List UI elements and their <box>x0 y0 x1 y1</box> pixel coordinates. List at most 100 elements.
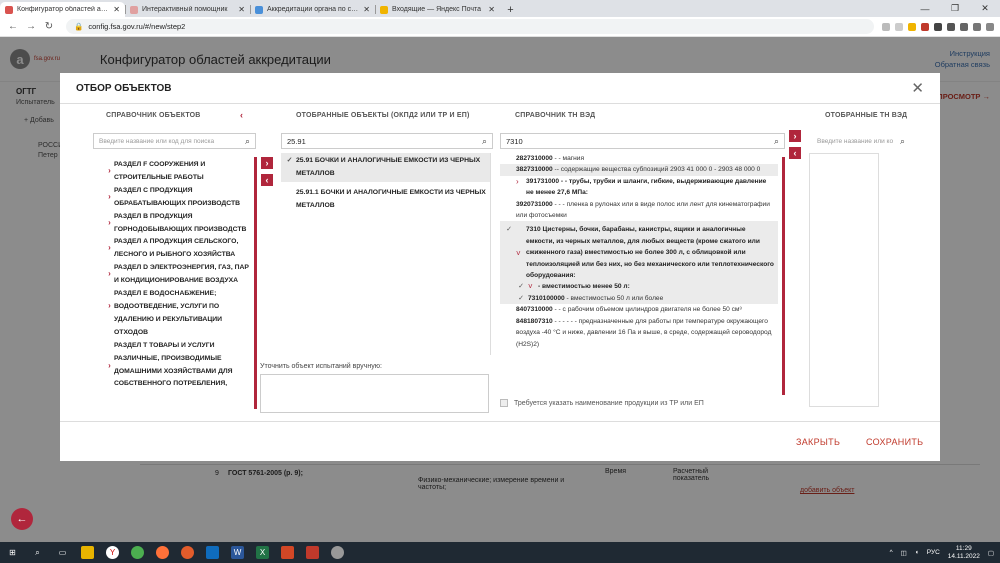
browser-tab-1[interactable]: Конфигуратор областей аккред... ✕ <box>0 2 125 17</box>
tnved-search-input[interactable]: 7310 ⌕ <box>500 133 785 149</box>
powerpoint-icon[interactable] <box>281 546 294 559</box>
move-right-button[interactable]: › <box>789 130 801 142</box>
app-icon[interactable] <box>306 546 319 559</box>
search-icon[interactable]: ⌕ <box>900 136 905 147</box>
list-item[interactable]: › РАЗДЕЛ T ТОВАРЫ И УСЛУГИ РАЗЛИЧНЫЕ, ПР… <box>105 340 253 392</box>
bookmark-icon[interactable] <box>895 22 903 31</box>
browser-tab-3[interactable]: Аккредитации органа по серти... ✕ <box>250 2 375 17</box>
search-icon[interactable]: ⌕ <box>245 136 250 147</box>
divider <box>60 421 940 422</box>
list-item[interactable]: › РАЗДЕЛ D ЭЛЕКТРОЭНЕРГИЯ, ГАЗ, ПАР И КО… <box>105 262 253 288</box>
selected-search-input[interactable]: 25.91 ⌕ <box>281 133 493 149</box>
extension-icon[interactable] <box>921 22 929 31</box>
list-item[interactable]: ✓ ˅ 7310 Цистерны, бочки, барабаны, кани… <box>500 221 778 282</box>
favicon-icon <box>255 5 263 14</box>
close-tab-icon[interactable]: ✕ <box>238 5 245 14</box>
close-tab-icon[interactable]: ✕ <box>363 5 370 14</box>
search-icon[interactable]: ⌕ <box>482 136 487 147</box>
list-item[interactable]: › РАЗДЕЛ A ПРОДУКЦИЯ СЕЛЬСКОГО, ЛЕСНОГО … <box>105 236 253 262</box>
back-icon[interactable]: ← <box>6 21 20 32</box>
restore-icon[interactable]: ❐ <box>940 3 970 14</box>
chevron-right-icon[interactable]: › <box>105 165 114 178</box>
browser-tab-4[interactable]: Входящие — Яндекс Почта ✕ <box>375 2 500 17</box>
notification-icon[interactable]: ▢ <box>988 549 994 557</box>
minimize-icon[interactable]: — <box>910 4 940 14</box>
list-item[interactable]: ✓ 25.91 БОЧКИ И АНАЛОГИЧНЫЕ ЕМКОСТИ ИЗ Ч… <box>281 153 490 182</box>
checkbox-icon[interactable] <box>500 399 508 407</box>
chevron-right-icon[interactable]: › <box>105 360 114 373</box>
puzzle-icon[interactable] <box>960 22 968 31</box>
close-button[interactable]: ЗАКРЫТЬ <box>796 437 840 447</box>
browser-tab-2[interactable]: Интерактивный помощник ✕ <box>125 2 250 17</box>
move-left-button[interactable]: ‹ <box>789 147 801 159</box>
list-item[interactable]: 2827310000 - - магния <box>500 153 778 164</box>
file-explorer-icon[interactable] <box>81 546 94 559</box>
new-tab-button[interactable]: + <box>503 2 518 17</box>
search-icon[interactable]: ⌕ <box>31 546 44 559</box>
collapse-left-icon[interactable]: ‹ <box>240 110 243 120</box>
forward-icon[interactable]: → <box>24 21 38 32</box>
chevron-right-icon[interactable]: › <box>105 242 114 255</box>
list-item[interactable]: ✓ ˅ - вместимостью менее 50 л: <box>500 281 778 293</box>
task-view-icon[interactable]: ▭ <box>56 546 69 559</box>
chevron-right-icon[interactable]: › <box>105 217 114 230</box>
close-window-icon[interactable]: ✕ <box>970 3 1000 14</box>
scrollbar[interactable] <box>782 157 785 395</box>
profile-icon[interactable] <box>973 22 981 31</box>
firefox-icon[interactable] <box>181 546 194 559</box>
list-item[interactable]: 8481807310 - - - - - - предназначенные д… <box>500 316 778 350</box>
reload-icon[interactable]: ↻ <box>42 21 56 32</box>
chevron-right-icon[interactable]: › <box>105 191 114 204</box>
move-left-button[interactable]: ‹ <box>261 174 273 186</box>
close-tab-icon[interactable]: ✕ <box>488 5 495 14</box>
chevron-down-icon[interactable]: ˅ <box>528 281 538 292</box>
url-field[interactable]: 🔒 config.fsa.gov.ru/#/new/step2 <box>66 19 874 34</box>
list-item[interactable]: 25.91.1 БОЧКИ И АНАЛОГИЧНЫЕ ЕМКОСТИ ИЗ Ч… <box>281 185 490 214</box>
app-icon[interactable] <box>331 546 344 559</box>
share-icon[interactable] <box>882 22 890 31</box>
language-indicator[interactable]: РУС <box>927 549 940 556</box>
catalog-search-input[interactable]: Введите название или код для поиска ⌕ <box>93 133 256 149</box>
network-icon[interactable]: ◫ <box>901 549 907 557</box>
list-item[interactable]: 3920731000 - - - пленка в рулонах или в … <box>500 199 778 222</box>
list-item[interactable]: › РАЗДЕЛ C ПРОДУКЦИЯ ОБРАБАТЫВАЮЩИХ ПРОИ… <box>105 185 253 211</box>
word-icon[interactable]: W <box>231 546 244 559</box>
extension-icon[interactable] <box>934 22 942 31</box>
menu-icon[interactable] <box>986 22 994 31</box>
manual-object-textarea[interactable] <box>260 374 489 413</box>
chevron-right-icon[interactable]: › <box>105 268 114 281</box>
move-right-button[interactable]: › <box>261 157 273 169</box>
search-icon[interactable]: ⌕ <box>774 136 779 147</box>
chevron-right-icon[interactable]: › <box>105 300 114 313</box>
list-item[interactable]: 3827310000 -- содержащие вещества субпоз… <box>500 164 778 176</box>
extension-icon[interactable] <box>908 22 916 31</box>
tnved-list: 2827310000 - - магния 3827310000 -- соде… <box>500 153 778 393</box>
chevron-down-icon[interactable]: ˅ <box>516 224 526 281</box>
list-item[interactable]: › РАЗДЕЛ F СООРУЖЕНИЯ И СТРОИТЕЛЬНЫЕ РАБ… <box>105 159 253 185</box>
windows-start-icon[interactable]: ⊞ <box>6 546 19 559</box>
selected-tnved-search-input[interactable]: Введите название или ко ⌕ <box>811 133 911 149</box>
firefox-icon[interactable] <box>156 546 169 559</box>
close-tab-icon[interactable]: ✕ <box>113 5 120 14</box>
back-button[interactable]: ← <box>11 508 33 530</box>
need-product-name-checkbox[interactable]: Требуется указать наименование продукции… <box>500 399 704 407</box>
scrollbar[interactable] <box>254 157 257 409</box>
chevron-right-icon[interactable]: › <box>516 176 526 199</box>
save-button[interactable]: СОХРАНИТЬ <box>866 437 923 447</box>
yandex-browser-icon[interactable]: Y <box>106 546 119 559</box>
list-item[interactable]: › РАЗДЕЛ B ПРОДУКЦИЯ ГОРНОДОБЫВАЮЩИХ ПРО… <box>105 211 253 237</box>
list-item[interactable]: ✓ 7310100000 - вместимостью 50 л или бол… <box>500 292 778 305</box>
check-icon: ✓ <box>286 157 293 164</box>
list-item[interactable]: › 391731000 - - трубы, трубки и шланги, … <box>500 176 778 199</box>
chevron-up-icon[interactable]: ^ <box>890 549 893 556</box>
extension-icon[interactable] <box>947 22 955 31</box>
volume-icon[interactable]: ◖ <box>915 549 919 556</box>
list-item[interactable]: › РАЗДЕЛ E ВОДОСНАБЖЕНИЕ; ВОДООТВЕДЕНИЕ,… <box>105 288 253 340</box>
list-item[interactable]: 8407310000 - - с рабочим объемом цилиндр… <box>500 304 778 315</box>
chrome-icon[interactable] <box>131 546 144 559</box>
clock[interactable]: 11:29 14.11.2022 <box>948 545 980 561</box>
check-icon: ✓ <box>518 294 524 302</box>
close-icon[interactable]: ✕ <box>911 79 924 97</box>
excel-icon[interactable]: X <box>256 546 269 559</box>
outlook-icon[interactable] <box>206 546 219 559</box>
